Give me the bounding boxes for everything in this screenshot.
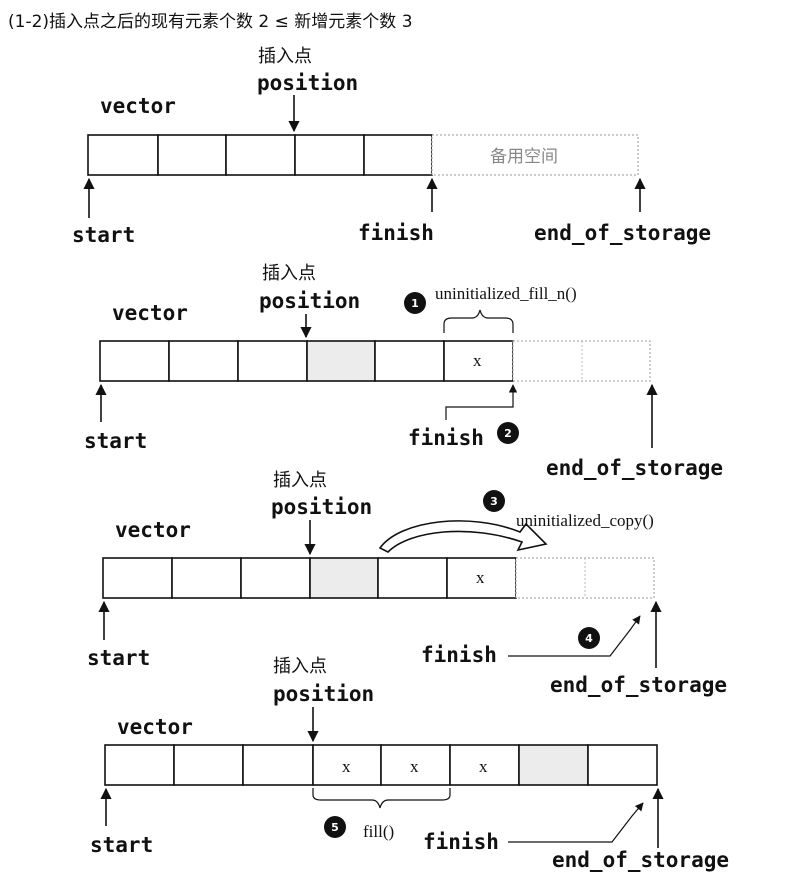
insert-point-label: 插入点 <box>262 263 316 284</box>
position-label: position <box>273 682 374 706</box>
cell <box>225 134 296 176</box>
finish-label: finish <box>421 643 497 667</box>
panel-3: vector 插入点 position x 3 uninitialized_co… <box>87 470 727 697</box>
spare-space-label: 备用空间 <box>490 147 558 167</box>
cell <box>363 134 433 176</box>
cell <box>309 557 379 599</box>
finish-arrow <box>508 615 641 657</box>
insert-diagram: (1-2)插入点之后的现有元素个数 2 ≤ 新增元素个数 3 vector 插入… <box>0 0 801 877</box>
step-badge-5-number: 5 <box>331 821 339 834</box>
finish-arrow <box>445 384 518 420</box>
panel-1: vector 插入点 position 备用空间 start finish en… <box>72 46 711 247</box>
finish-label: finish <box>423 830 499 854</box>
end-of-storage-label: end_of_storage <box>552 848 729 872</box>
insert-point-label: 插入点 <box>273 470 327 491</box>
start-label: start <box>84 429 147 453</box>
step-badge-2-number: 2 <box>504 427 512 440</box>
moved-cell <box>518 744 589 786</box>
vector-label: vector <box>112 301 188 325</box>
cell <box>157 134 227 176</box>
end-of-storage-label: end_of_storage <box>546 456 723 480</box>
vector-label: vector <box>115 518 191 542</box>
x-mark: x <box>476 568 485 587</box>
finish-label: finish <box>358 221 434 245</box>
step-badge-4-number: 4 <box>585 632 593 645</box>
step-badge-1-number: 1 <box>411 297 419 310</box>
diagram-title: (1-2)插入点之后的现有元素个数 2 ≤ 新增元素个数 3 <box>8 12 413 32</box>
cell <box>306 340 376 382</box>
finish-arrow <box>508 802 644 843</box>
cell <box>242 744 314 786</box>
uninitialized-fill-n-label: uninitialized_fill_n() <box>435 284 577 303</box>
brace <box>312 788 451 809</box>
brace <box>443 309 514 333</box>
end-of-storage-label: end_of_storage <box>534 221 711 245</box>
insert-point-label: 插入点 <box>273 656 327 677</box>
cell <box>240 557 311 599</box>
position-label: position <box>257 71 358 95</box>
step-badge-3-number: 3 <box>490 495 498 508</box>
diagram-canvas: (1-2)插入点之后的现有元素个数 2 ≤ 新增元素个数 3 vector 插入… <box>8 12 729 872</box>
x-mark: x <box>410 757 419 776</box>
position-label: position <box>259 289 360 313</box>
cell <box>377 557 448 599</box>
x-mark: x <box>342 757 351 776</box>
cell <box>99 340 170 382</box>
start-label: start <box>87 646 150 670</box>
panel-2: vector 插入点 position x 1 uninitialized_fi… <box>84 263 723 480</box>
start-label: start <box>90 833 153 857</box>
end-of-storage-label: end_of_storage <box>550 673 727 697</box>
cell <box>168 340 239 382</box>
cell <box>171 557 242 599</box>
cell <box>374 340 445 382</box>
insert-point-label: 插入点 <box>258 46 312 67</box>
uninitialized-copy-label: uninitialized_copy() <box>516 511 654 530</box>
vector-label: vector <box>100 94 176 118</box>
x-mark: x <box>473 351 482 370</box>
x-mark: x <box>479 757 488 776</box>
moved-cell <box>587 744 658 786</box>
position-label: position <box>271 495 372 519</box>
cell <box>87 134 159 176</box>
cell <box>104 744 175 786</box>
cell <box>173 744 244 786</box>
cell <box>102 557 173 599</box>
cell <box>294 134 365 176</box>
cell <box>237 340 308 382</box>
start-label: start <box>72 223 135 247</box>
fill-label: fill() <box>363 822 394 841</box>
finish-label: finish <box>408 426 484 450</box>
vector-label: vector <box>117 715 193 739</box>
